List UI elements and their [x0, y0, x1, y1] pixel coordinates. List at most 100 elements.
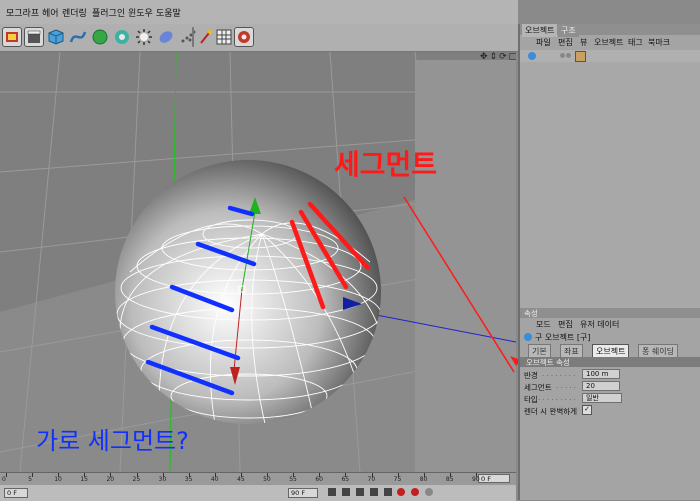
menu-mograph[interactable]: 모그라프 — [6, 6, 39, 19]
menu-tag[interactable]: 태그 — [628, 37, 643, 48]
segments-label: 세그먼트 — [524, 383, 552, 392]
first-frame-button[interactable] — [328, 488, 336, 496]
prev-frame-button[interactable] — [341, 488, 350, 496]
grid-icon — [216, 29, 232, 45]
timeline-tick-label: 85 — [445, 476, 454, 483]
timeline-tick-label: 10 — [54, 476, 62, 483]
timeline-tick — [32, 473, 34, 477]
timeline-tick-label: 50 — [263, 476, 271, 483]
segments-field[interactable]: 20 — [582, 381, 620, 391]
frame-field-left[interactable]: 0 F — [4, 488, 28, 498]
radius-label: 반경 — [524, 371, 538, 380]
segments-leader: . . . . . — [556, 382, 577, 390]
transport-controls — [328, 488, 498, 498]
timeline-tick-label: 45 — [237, 476, 245, 483]
timeline-tick-label: 30 — [158, 476, 167, 483]
render-perfect-label: 렌더 시 완벽하게 — [524, 407, 578, 416]
material-tag-icon[interactable] — [575, 51, 586, 62]
tools-button[interactable] — [196, 27, 216, 47]
menu-user-data[interactable]: 유저 데이터 — [580, 319, 619, 330]
play-button[interactable] — [355, 488, 364, 496]
menu-plugins[interactable]: 플러그인 — [92, 6, 125, 19]
section-object-props: 오브젝트 속성 — [520, 357, 700, 367]
type-label: 타입 — [524, 395, 538, 404]
render-perfect-checkbox[interactable]: ✓ — [582, 405, 592, 415]
timeline-tick-label: 35 — [184, 476, 193, 483]
visibility-dot-icon[interactable] — [560, 53, 565, 58]
array-button[interactable] — [112, 27, 132, 47]
viewport-nav-icons[interactable]: ✥⇕⟳□ — [480, 52, 516, 62]
menu-bookmark[interactable]: 북마크 — [648, 37, 670, 48]
timeline-tick-label: 80 — [419, 476, 428, 483]
render-dot-icon[interactable] — [566, 53, 571, 58]
wand-icon — [200, 30, 212, 44]
menu-edit[interactable]: 편집 — [558, 37, 573, 48]
sphere-title-icon — [524, 333, 532, 341]
timeline-tick-label: 20 — [106, 476, 115, 483]
keyframe-button[interactable] — [425, 488, 434, 496]
render-view-button[interactable] — [2, 27, 22, 47]
attr-object-title: 구 오브젝트 [구] — [535, 333, 591, 342]
tab-structure[interactable]: 구조 — [558, 24, 579, 37]
nurbs-button[interactable] — [90, 27, 110, 47]
pan-icon[interactable]: ✥ — [480, 52, 490, 62]
timeline-tick-label: 5 — [28, 476, 32, 483]
last-frame-button[interactable] — [383, 488, 392, 496]
maximize-icon[interactable]: □ — [509, 52, 516, 62]
timeline-tick-label: 60 — [315, 476, 323, 483]
spline-button[interactable] — [68, 27, 88, 47]
object-manager-menu: 파일 편집 뷰 오브젝트 태그 북마크 — [520, 37, 700, 49]
menu-hair[interactable]: 헤어 — [42, 6, 59, 19]
type-leader: . . . . . . . . . — [538, 394, 576, 402]
record-button[interactable] — [397, 488, 406, 496]
viewport-canvas — [0, 52, 516, 472]
grid-button[interactable] — [214, 27, 234, 47]
timeline-tick-label: 15 — [80, 476, 88, 483]
python-button[interactable] — [234, 27, 254, 47]
annotation-red-label: 세그먼트 — [334, 148, 438, 181]
render-settings-button[interactable] — [24, 27, 44, 47]
light-button[interactable] — [134, 27, 154, 47]
object-list-area[interactable] — [520, 62, 700, 308]
sphere-object-icon — [528, 52, 536, 60]
menu-window[interactable]: 윈도우 — [128, 6, 153, 19]
timeline[interactable]: 0 F 0 F 90 F 0 5 10 15 20 25 30 35 40 45 50 55 60 65 7… — [0, 472, 516, 501]
frame-field-right[interactable]: 0 F — [478, 474, 510, 483]
timeline-tick-label: 90 — [472, 476, 480, 483]
object-row-sphere[interactable] — [520, 50, 700, 62]
attr-empty-area — [520, 418, 700, 500]
menu-object[interactable]: 오브젝트 — [594, 37, 623, 48]
menu-view[interactable]: 뷰 — [580, 37, 587, 48]
nurbs-icon — [92, 29, 108, 45]
3d-viewport[interactable]: ✥⇕⟳□ — [0, 52, 516, 472]
timeline-tick-label: 0 — [2, 476, 6, 483]
menu-help[interactable]: 도움말 — [156, 6, 181, 19]
autokey-button[interactable] — [411, 488, 420, 496]
right-panel: 오브젝트 구조 파일 편집 뷰 오브젝트 태그 북마크 속성 모드 편집 유저 … — [518, 24, 700, 500]
timeline-ruler — [0, 473, 516, 485]
menu-render[interactable]: 렌더링 — [62, 6, 87, 19]
object-manager-tabs: 오브젝트 구조 — [520, 24, 700, 37]
menu-mode[interactable]: 모드 — [536, 319, 551, 330]
gear-icon — [238, 31, 250, 43]
menu-file[interactable]: 파일 — [536, 37, 551, 48]
rotate-icon[interactable]: ⟳ — [499, 52, 509, 62]
timeline-tick-label: 75 — [393, 476, 402, 483]
move-icon[interactable]: ⇕ — [490, 52, 500, 62]
attr-manager-menu: 모드 편집 유저 데이터 — [520, 319, 700, 331]
type-select[interactable]: 일반 — [582, 393, 622, 403]
cube-button[interactable] — [46, 27, 66, 47]
frame-field-mid[interactable]: 90 F — [288, 488, 318, 498]
next-frame-button[interactable] — [369, 488, 378, 496]
light-icon — [136, 29, 152, 45]
timeline-tick-label: 65 — [341, 476, 350, 483]
timeline-tick-label: 70 — [367, 476, 376, 483]
toolbar — [0, 24, 518, 52]
deformer-button[interactable] — [156, 27, 176, 47]
menu-bar: 모그라프 헤어 렌더링 플러그인 윈도우 도움말 — [0, 0, 518, 25]
particles-button[interactable] — [178, 27, 198, 47]
tab-objects[interactable]: 오브젝트 — [522, 24, 558, 37]
radius-field[interactable]: 100 m — [582, 369, 620, 379]
menu-attr-edit[interactable]: 편집 — [558, 319, 573, 330]
attr-manager-header: 속성 — [520, 308, 700, 318]
